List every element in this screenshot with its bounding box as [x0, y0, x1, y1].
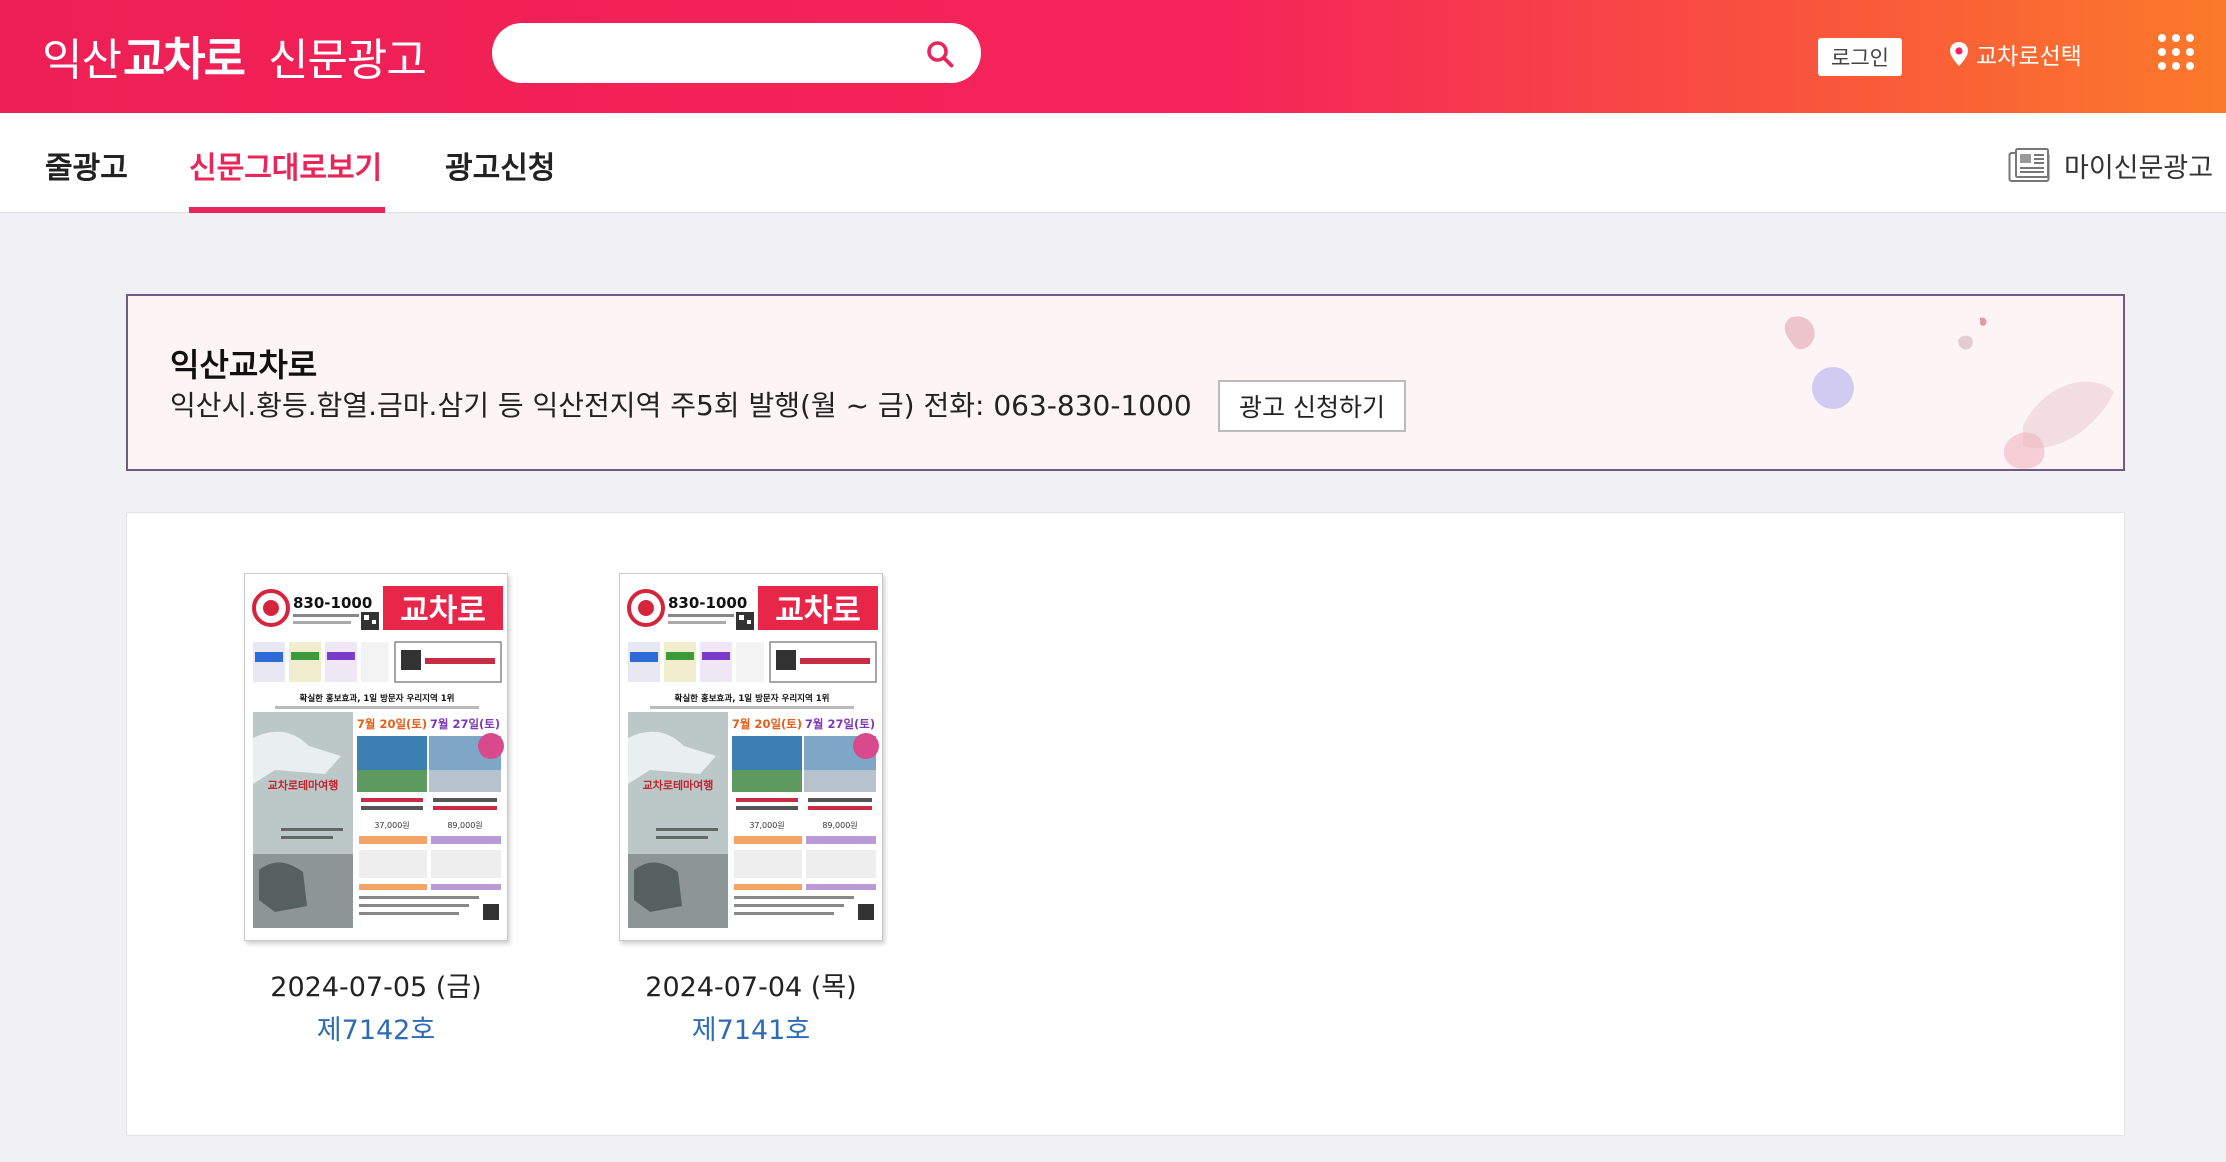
my-ads-label: 마이신문광고 [2064, 152, 2214, 184]
cover-brand: 교차로 [400, 593, 486, 629]
cover-phone: 830-1000 [293, 594, 372, 612]
search-bar [492, 23, 981, 83]
cover-caption: 교차로테마여행 [643, 778, 714, 792]
paper-date: 2024-07-04 (목) [645, 972, 857, 1003]
cover-event-2: 7월 27일(토) [430, 717, 500, 731]
cover-event-1: 7월 20일(토) [357, 717, 427, 731]
cover-headline: 확실한 홍보효과, 1일 방문자 우리지역 1위 [675, 693, 830, 704]
tab-line-ads[interactable]: 줄광고 [45, 143, 128, 187]
edition-info-box: 익산교차로 익산시.황등.함열.금마.삼기 등 익산전지역 주5회 발행(월 ~… [126, 294, 2125, 471]
top-header: 익산 교차로 신문광고 로그인 교차로선택 [0, 0, 2226, 113]
newspaper-cover-image: 830-1000 교차로 확실한 홍보효과, 1일 방문자 우리지역 1위 교차… [245, 574, 507, 940]
region-label: 교차로선택 [1976, 44, 2082, 70]
region-select[interactable]: 교차로선택 [1948, 36, 2082, 72]
paper-card[interactable]: 830-1000 교차로 확실한 홍보효과, 1일 방문자 우리지역 1위 교차… [619, 573, 883, 1047]
tab-ad-request[interactable]: 광고신청 [445, 143, 555, 187]
sub-navigation: 줄광고 신문그대로보기 광고신청 마이신문광고 [0, 113, 2226, 213]
map-pin-icon [1950, 42, 1968, 66]
newspaper-icon [2008, 148, 2050, 182]
paper-thumbnail[interactable]: 830-1000 교차로 확실한 홍보효과, 1일 방문자 우리지역 1위 교차… [619, 573, 883, 941]
login-button[interactable]: 로그인 [1818, 38, 1902, 76]
paper-card[interactable]: 830-1000 교차로 확실한 홍보효과, 1일 방문자 우리지역 1위 교차… [244, 573, 508, 1047]
paper-issue-link[interactable]: 제7142호 [244, 1008, 508, 1047]
tab-newspaper-view[interactable]: 신문그대로보기 [189, 143, 382, 187]
cover-event-2: 7월 27일(토) [805, 717, 875, 731]
logo-prefix: 익산 [42, 35, 122, 86]
paper-date: 2024-07-05 (금) [270, 972, 482, 1003]
grid-menu-icon[interactable] [2158, 34, 2194, 70]
cover-price-1: 37,000원 [749, 821, 784, 830]
decorative-petals [1784, 316, 2114, 469]
search-icon[interactable] [925, 39, 955, 69]
paper-issue-link[interactable]: 제7141호 [619, 1008, 883, 1047]
logo-suffix: 신문광고 [267, 35, 427, 86]
cover-headline: 확실한 홍보효과, 1일 방문자 우리지역 1위 [300, 693, 455, 704]
newspaper-list: 830-1000 교차로 확실한 홍보효과, 1일 방문자 우리지역 1위 교차… [126, 512, 2125, 1136]
edition-title: 익산교차로 [170, 346, 318, 384]
cover-price-2: 89,000원 [447, 821, 482, 830]
newspaper-cover-image: 830-1000 교차로 확실한 홍보효과, 1일 방문자 우리지역 1위 교차… [620, 574, 882, 940]
logo-brand: 교차로 [122, 32, 246, 86]
cover-phone: 830-1000 [668, 594, 747, 612]
cover-caption: 교차로테마여행 [268, 778, 339, 792]
cover-price-1: 37,000원 [374, 821, 409, 830]
apply-ad-button[interactable]: 광고 신청하기 [1218, 380, 1406, 432]
paper-thumbnail[interactable]: 830-1000 교차로 확실한 홍보효과, 1일 방문자 우리지역 1위 교차… [244, 573, 508, 941]
my-newspaper-ads-link[interactable]: 마이신문광고 [2008, 145, 2213, 185]
active-tab-indicator [189, 207, 385, 213]
search-input[interactable] [520, 33, 900, 73]
cover-brand: 교차로 [775, 593, 861, 629]
site-logo[interactable]: 익산 교차로 신문광고 [42, 26, 427, 86]
cover-event-1: 7월 20일(토) [732, 717, 802, 731]
edition-description: 익산시.황등.함열.금마.삼기 등 익산전지역 주5회 발행(월 ~ 금) 전화… [170, 389, 1192, 422]
cover-price-2: 89,000원 [822, 821, 857, 830]
